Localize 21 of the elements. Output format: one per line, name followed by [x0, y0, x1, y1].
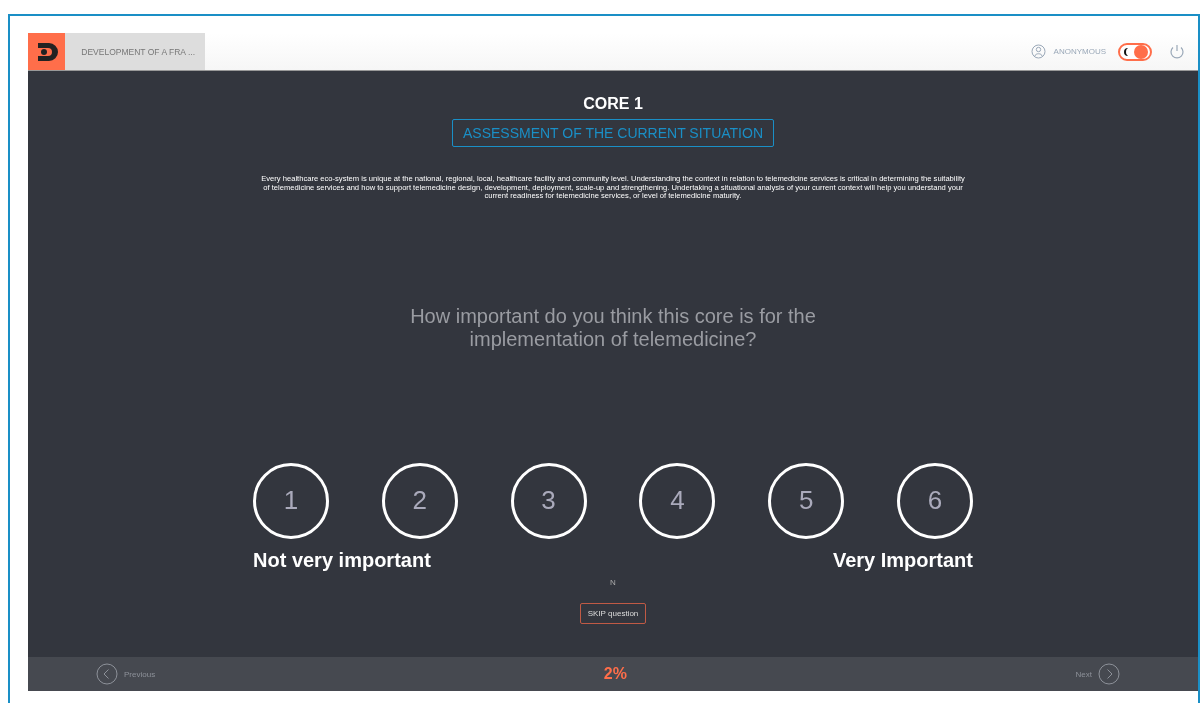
- progress-percent: 2%: [603, 665, 627, 683]
- tab-title: DEVELOPMENT OF A FRA ...: [81, 46, 195, 57]
- answer-marker: N: [610, 577, 616, 587]
- chevron-left-icon: [96, 663, 118, 685]
- rating-option[interactable]: 5: [768, 462, 845, 539]
- project-tab[interactable]: DEVELOPMENT OF A FRA ...: [65, 33, 205, 70]
- rating-option[interactable]: 3: [510, 462, 587, 539]
- rating-option[interactable]: 1: [253, 462, 329, 539]
- user-icon: [1030, 44, 1046, 59]
- rating-option[interactable]: 2: [381, 462, 458, 539]
- theme-toggle[interactable]: [1118, 42, 1152, 61]
- core-title: CORE 1: [583, 95, 643, 113]
- skip-button[interactable]: SKIP question: [579, 602, 647, 624]
- core-subtitle: ASSESSMENT OF THE CURRENT SITUATION: [452, 119, 774, 147]
- rating-option[interactable]: 4: [639, 462, 716, 539]
- user-name: ANONYMOUS: [1053, 47, 1106, 56]
- scale-max-label: Very Important: [832, 548, 973, 572]
- chevron-right-icon: [1098, 663, 1120, 685]
- rating-option[interactable]: 6: [897, 462, 973, 539]
- scale-min-label: Not very important: [253, 548, 431, 572]
- question-text: How important do you think this core is for the implementation of telemedicine?: [409, 304, 817, 351]
